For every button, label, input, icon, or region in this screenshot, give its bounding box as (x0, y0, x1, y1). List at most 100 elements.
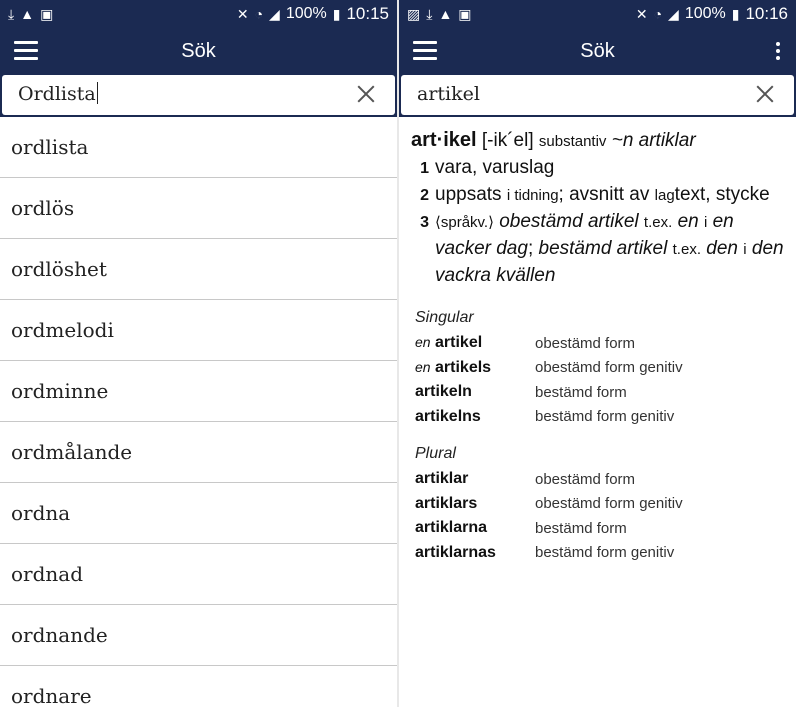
search-input-text: Ordlista (18, 83, 96, 105)
menu-icon[interactable] (14, 41, 38, 61)
inflection-row: artiklars obestämd form genitiv (415, 492, 784, 517)
battery-icon: ▮ (731, 6, 740, 22)
list-item[interactable]: ordnande (0, 605, 397, 666)
sense: 2 uppsats i tidning; avsnitt av lagtext,… (411, 182, 784, 209)
form-label: bestämd form genitiv (535, 408, 675, 426)
form-label: bestämd form (535, 383, 627, 401)
sense-text: text, stycke (674, 184, 770, 205)
list-item[interactable]: ordna (0, 483, 397, 544)
bag-icon: ▣ (458, 6, 472, 22)
inflection-row: artikeln bestämd form (415, 380, 784, 405)
search-input[interactable]: Ordlista (18, 78, 99, 110)
example: den (706, 238, 738, 259)
battery-percent: 100% (684, 5, 726, 22)
clock: 10:15 (346, 4, 389, 23)
article: en (415, 358, 431, 375)
inflected-word: artikeln (415, 383, 472, 401)
download-icon: ⤓ (8, 6, 15, 22)
dictionary-entry: art·ikel [-ik´el] substantiv ~n artiklar… (399, 117, 796, 565)
warning-icon: ▲ (438, 6, 453, 22)
mute-icon: ✕ (236, 6, 249, 22)
wifi-icon: ◔ (653, 6, 663, 22)
form-label: obestämd form genitiv (535, 359, 683, 377)
sense-prefix: lag (654, 187, 675, 204)
page-title: Sök (580, 40, 615, 62)
wifi-icon: ◔ (254, 6, 264, 22)
menu-icon[interactable] (413, 41, 437, 61)
singular-heading: Singular (415, 309, 474, 326)
sense-number: 2 (420, 187, 429, 204)
sense-text: vara, varuslag (435, 157, 555, 178)
search-input-text: artikel (417, 83, 480, 105)
clear-icon[interactable] (754, 83, 776, 105)
inflection-row: artiklarna bestämd form (415, 516, 784, 541)
left-screen: ⤓ ▲ ▣ ✕ ◔ ◢ 100% ▮ 10:15 Sök Ordlista or… (0, 0, 397, 707)
subject-field: ⟨språkv.⟩ (435, 214, 494, 231)
inflection-row: en artikel obestämd form (415, 331, 784, 356)
bag-icon: ▣ (40, 6, 54, 22)
sense-number: 1 (420, 160, 429, 177)
page-title: Sök (181, 40, 216, 62)
term: obestämd artikel (499, 211, 639, 232)
sense-list: 1 vara, varuslag 2 uppsats i tidning; av… (411, 155, 784, 289)
inflected-word: artiklarna (415, 519, 488, 537)
separator: ; (527, 238, 534, 259)
list-item[interactable]: ordmålande (0, 422, 397, 483)
more-options-icon[interactable] (774, 39, 782, 63)
connector: i (743, 241, 747, 258)
form-label: bestämd form (535, 519, 627, 537)
inflection-row: artiklarnas bestämd form genitiv (415, 541, 784, 566)
inflection-row: artikelns bestämd form genitiv (415, 405, 784, 430)
mute-icon: ✕ (635, 6, 648, 22)
list-item[interactable]: ordminne (0, 361, 397, 422)
inflected-word: artikels (435, 358, 492, 376)
example-marker: t.ex. (643, 214, 673, 231)
list-item[interactable]: ordlista (0, 117, 397, 178)
example: en (677, 211, 699, 232)
inflection-row: artiklar obestämd form (415, 467, 784, 492)
inflected-word: artikelns (415, 407, 481, 425)
inflected-word: artiklar (415, 470, 469, 488)
inflected-word: artiklarnas (415, 543, 496, 561)
form-label: obestämd form (535, 470, 636, 488)
text-caret (96, 82, 99, 104)
pronunciation: [-ik´el] (481, 130, 534, 151)
app-bar: Sök (399, 28, 796, 75)
right-screen: ▨ ⤓ ▲ ▣ ✕ ◔ ◢ 100% ▮ 10:16 Sök artikel a… (399, 0, 796, 707)
plural-marker: ~n artiklar (611, 130, 696, 151)
download-icon: ⤓ (426, 6, 433, 22)
battery-icon: ▮ (332, 6, 341, 22)
sense-text: ; avsnitt av (558, 184, 650, 205)
battery-percent: 100% (285, 5, 327, 22)
headword: art·ikel (411, 129, 477, 151)
sense-number: 3 (420, 214, 429, 231)
sense-text: uppsats (435, 184, 502, 205)
inflected-word: artiklars (415, 494, 478, 512)
image-icon: ▨ (407, 6, 421, 22)
list-item[interactable]: ordmelodi (0, 300, 397, 361)
connector: i (703, 214, 708, 231)
list-item[interactable]: ordnare (0, 666, 397, 707)
search-input[interactable]: artikel (417, 78, 480, 110)
warning-icon: ▲ (20, 6, 35, 22)
part-of-speech: substantiv (538, 133, 607, 150)
list-item[interactable]: ordlöshet (0, 239, 397, 300)
sense-note: i tidning (506, 187, 559, 204)
list-item[interactable]: ordlös (0, 178, 397, 239)
result-list: ordlista ordlös ordlöshet ordmelodi ordm… (0, 117, 397, 707)
inflected-word: artikel (435, 334, 483, 352)
search-box[interactable]: Ordlista (2, 75, 395, 115)
signal-icon: ◢ (269, 6, 280, 22)
list-item[interactable]: ordnad (0, 544, 397, 605)
form-label: obestämd form (535, 334, 636, 352)
clock: 10:16 (745, 4, 788, 23)
clear-icon[interactable] (355, 83, 377, 105)
signal-icon: ◢ (668, 6, 679, 22)
entry-head: art·ikel [-ik´el] substantiv ~n artiklar (411, 127, 784, 155)
search-bar: artikel (399, 75, 796, 117)
sense: 3 ⟨språkv.⟩ obestämd artikel t.ex. en i … (411, 209, 784, 289)
form-label: bestämd form genitiv (535, 544, 675, 562)
example-marker: t.ex. (672, 241, 701, 258)
search-box[interactable]: artikel (401, 75, 794, 115)
inflection-table: Singular en artikel obestämd form en art… (411, 289, 784, 565)
